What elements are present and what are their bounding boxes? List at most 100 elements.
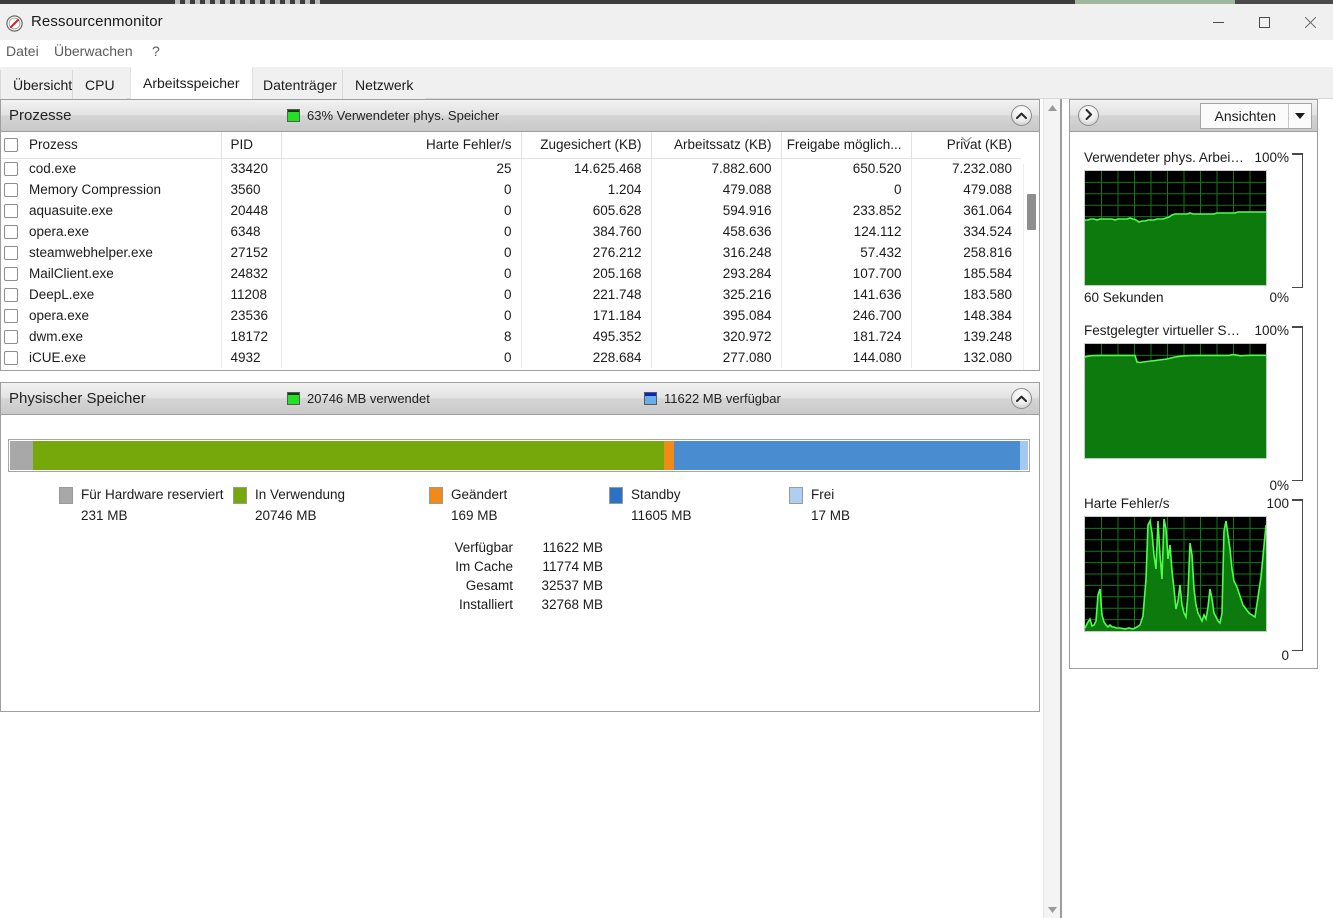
main-scrollbar-rail — [1060, 99, 1062, 918]
menu-bar: Datei Überwachen ? — [0, 40, 1333, 66]
cell-pid: 11208 — [221, 284, 282, 305]
cell-process-name: steamwebhelper.exe — [29, 245, 153, 260]
sidebar-expand-button[interactable] — [1078, 105, 1099, 126]
graph-hard-faults: Harte Fehler/s 100 0 — [1070, 496, 1319, 663]
graph-used-physical-memory: Verwendeter phys. Arbei… 100% 60 Sekunde… — [1070, 150, 1319, 305]
cell-commit: 605.628 — [521, 200, 652, 221]
col-header-pid[interactable]: PID — [221, 132, 282, 159]
row-checkbox[interactable] — [4, 329, 18, 344]
cell-pid: 20448 — [221, 200, 282, 221]
cell-working-set: 479.088 — [651, 179, 782, 200]
table-row[interactable]: MailClient.exe 24832 0 205.168 293.284 1… — [1, 263, 1021, 284]
row-checkbox[interactable] — [4, 287, 18, 302]
cell-private: 258.816 — [963, 245, 1012, 260]
memory-segment-free — [1019, 441, 1028, 470]
cell-shareable: 246.700 — [781, 305, 912, 326]
col-header-zugesichert[interactable]: Zugesichert (KB) — [521, 132, 652, 159]
summary-row-available: Verfügbar 11622 MB — [445, 538, 603, 557]
row-checkbox[interactable] — [4, 245, 18, 260]
cell-process-name: opera.exe — [29, 224, 90, 239]
minimize-button[interactable] — [1195, 4, 1241, 40]
cell-hard-faults: 8 — [281, 326, 522, 347]
legend-label-in-use: In Verwendung — [255, 487, 346, 502]
processes-collapse-button[interactable] — [1011, 105, 1032, 126]
cell-hard-faults: 25 — [281, 158, 522, 179]
scroll-up-arrow-icon[interactable] — [1044, 99, 1061, 116]
graph-max-hard-faults: 100 — [1266, 496, 1289, 511]
physical-memory-collapse-button[interactable] — [1011, 388, 1032, 409]
green-swatch-icon — [287, 109, 300, 122]
views-dropdown[interactable]: Ansichten — [1199, 103, 1312, 129]
col-header-freigabe-moeglich[interactable]: Freigabe möglich... — [781, 132, 912, 159]
cell-shareable: 144.080 — [781, 347, 912, 368]
graph-axis-bracket-3 — [1292, 499, 1303, 651]
cell-working-set: 325.216 — [651, 284, 782, 305]
processes-table-scrollbar-thumb[interactable] — [1027, 194, 1036, 230]
row-checkbox[interactable] — [4, 182, 18, 197]
menu-datei[interactable]: Datei — [4, 43, 41, 63]
processes-table-header-row: Prozess PID Harte Fehler/s Zugesichert (… — [1, 132, 1021, 159]
summary-value-installed: 32768 MB — [541, 597, 603, 612]
table-row[interactable]: aquasuite.exe 20448 0 605.628 594.916 23… — [1, 200, 1021, 221]
cell-working-set: 277.080 — [651, 347, 782, 368]
menu-help[interactable]: ? — [150, 43, 162, 63]
processes-table-scrollbar[interactable] — [1023, 164, 1039, 370]
legend-value-modified: 169 MB — [451, 508, 498, 523]
summary-value-cached: 11774 MB — [542, 559, 603, 574]
row-checkbox[interactable] — [4, 350, 18, 365]
table-row[interactable]: opera.exe 23536 0 171.184 395.084 246.70… — [1, 305, 1021, 326]
col-header-harte-fehler[interactable]: Harte Fehler/s — [281, 132, 522, 159]
row-checkbox[interactable] — [4, 266, 18, 281]
graph-title-hard-faults: Harte Fehler/s — [1084, 496, 1170, 511]
col-header-privat[interactable]: Privat (KB) — [911, 132, 1021, 159]
cell-private: 361.064 — [963, 203, 1012, 218]
left-column: Prozesse 63% Verwendeter phys. Speicher — [0, 99, 1040, 918]
tab-netzwerk[interactable]: Netzwerk — [342, 70, 426, 99]
row-checkbox[interactable] — [4, 161, 18, 176]
graph-title-committed-virtual-memory: Festgelegter virtueller S… — [1084, 323, 1241, 338]
cell-hard-faults: 0 — [281, 242, 522, 263]
cell-process-name: DeepL.exe — [29, 287, 95, 302]
col-header-arbeitssatz[interactable]: Arbeitssatz (KB) — [651, 132, 782, 159]
physical-memory-panel-header[interactable]: Physischer Speicher 20746 MB verwendet 1… — [1, 383, 1039, 415]
table-row[interactable]: opera.exe 6348 0 384.760 458.636 124.112… — [1, 221, 1021, 242]
cell-pid: 6348 — [221, 221, 282, 242]
tab-arbeitsspeicher[interactable]: Arbeitsspeicher — [131, 67, 252, 99]
tab-datentraeger[interactable]: Datenträger — [250, 70, 349, 99]
table-row[interactable]: Memory Compression 3560 0 1.204 479.088 … — [1, 179, 1021, 200]
scroll-down-arrow-icon[interactable] — [1044, 901, 1061, 918]
graph-committed-virtual-memory: Festgelegter virtueller S… 100% 0% — [1070, 323, 1319, 493]
memory-available-stat: 11622 MB verfügbar — [644, 391, 781, 406]
cell-private: 7.232.080 — [951, 161, 1012, 177]
triangle-down-icon[interactable] — [1289, 113, 1311, 119]
table-row[interactable]: cod.exe 33420 25 14.625.468 7.882.600 65… — [1, 158, 1021, 179]
table-row[interactable]: steamwebhelper.exe 27152 0 276.212 316.2… — [1, 242, 1021, 263]
table-row[interactable]: dwm.exe 18172 8 495.352 320.972 181.724 … — [1, 326, 1021, 347]
col-header-prozess[interactable]: Prozess — [1, 132, 222, 159]
memory-available-stat-text: 11622 MB verfügbar — [664, 391, 781, 406]
legend-value-free: 17 MB — [811, 508, 851, 523]
summary-key-cached: Im Cache — [455, 559, 513, 574]
processes-panel-header[interactable]: Prozesse 63% Verwendeter phys. Speicher — [1, 100, 1039, 132]
select-all-checkbox[interactable] — [4, 137, 18, 152]
summary-row-cached: Im Cache 11774 MB — [445, 557, 603, 576]
tab-cpu[interactable]: CPU — [72, 70, 127, 99]
title-bar: Ressourcenmonitor — [0, 4, 1333, 40]
row-checkbox[interactable] — [4, 203, 18, 218]
row-checkbox[interactable] — [4, 308, 18, 323]
main-scrollbar[interactable] — [1043, 99, 1062, 918]
processes-table-scroll[interactable]: Prozess PID Harte Fehler/s Zugesichert (… — [1, 132, 1039, 370]
table-row[interactable]: iCUE.exe 4932 0 228.684 277.080 144.080 … — [1, 347, 1021, 368]
menu-ueberwachen[interactable]: Überwachen — [52, 43, 135, 63]
table-row[interactable]: DeepL.exe 11208 0 221.748 325.216 141.63… — [1, 284, 1021, 305]
row-checkbox[interactable] — [4, 224, 18, 239]
close-button[interactable] — [1287, 4, 1333, 40]
cell-process-name: dwm.exe — [29, 329, 84, 344]
cell-process-name: aquasuite.exe — [29, 203, 114, 218]
cell-hard-faults: 0 — [281, 179, 522, 200]
cell-shareable: 141.636 — [781, 284, 912, 305]
maximize-button[interactable] — [1241, 4, 1287, 40]
legend-value-hardware-reserved: 231 MB — [81, 508, 128, 523]
processes-panel: Prozesse 63% Verwendeter phys. Speicher — [0, 99, 1040, 371]
cell-private: 479.088 — [963, 182, 1012, 197]
